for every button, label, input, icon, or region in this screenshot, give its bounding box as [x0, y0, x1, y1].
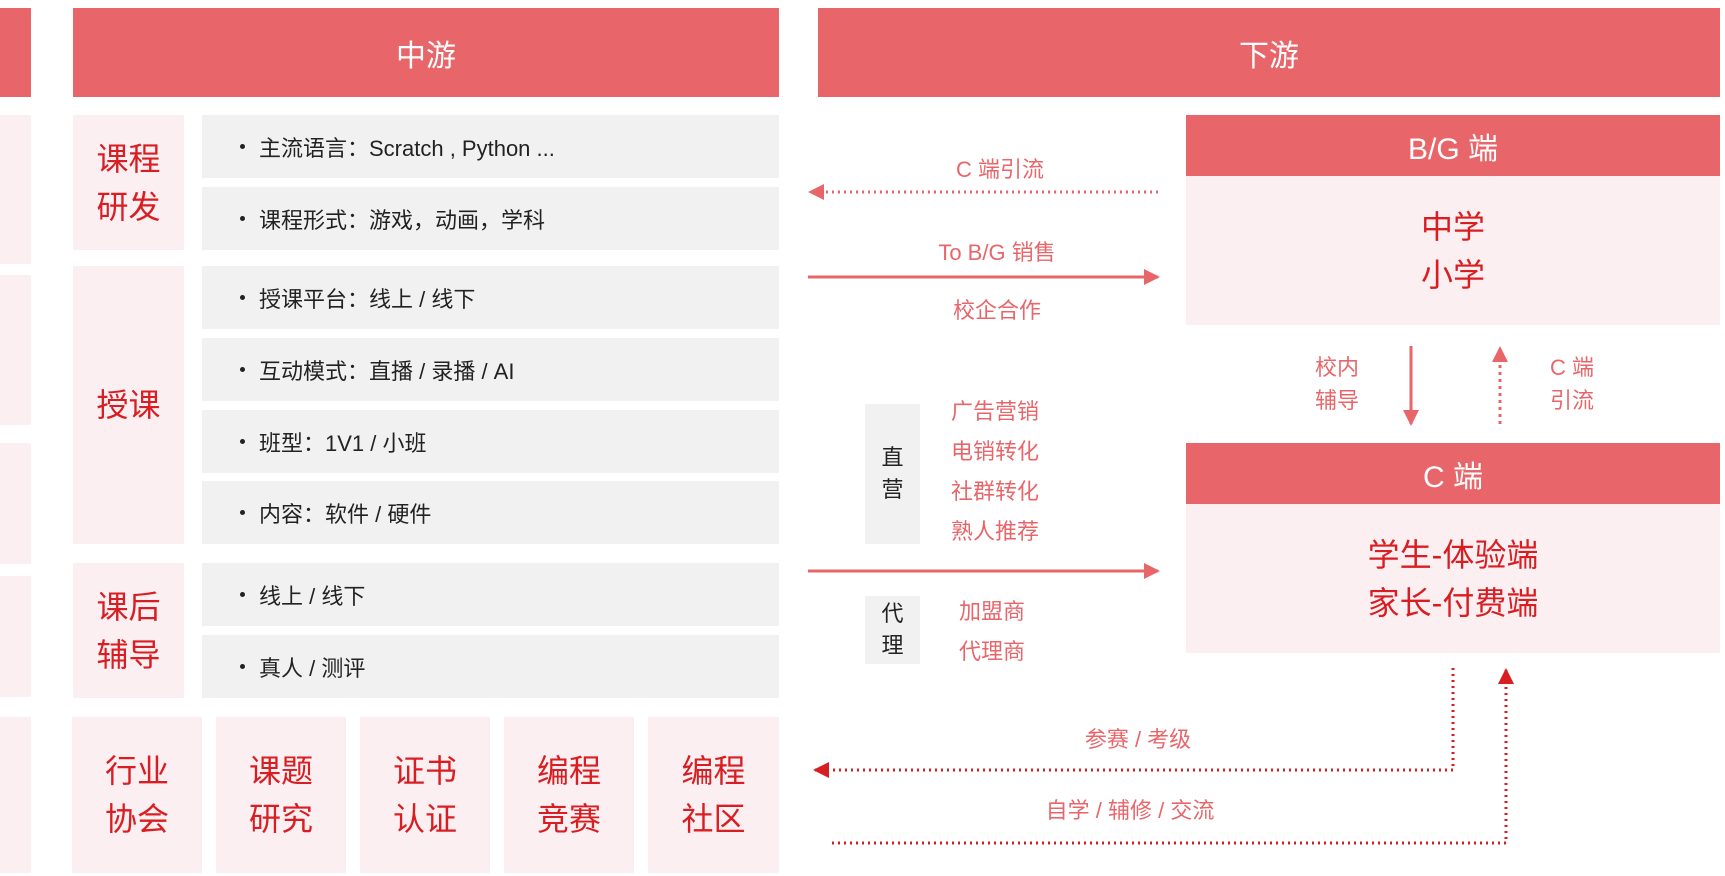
channel-direct-item: 熟人推荐	[951, 519, 1040, 544]
label-in-school-line1: 校内	[1314, 355, 1359, 380]
label-c-traffic-up-line2: 引流	[1549, 388, 1594, 413]
arrow-competition	[813, 668, 1455, 778]
channel-agent-item: 加盟商	[959, 599, 1026, 624]
channel-direct-tag: 直 营	[865, 404, 920, 544]
c-box-title: C 端	[1186, 443, 1720, 504]
channel-agent-item: 代理商	[959, 639, 1026, 664]
channel-agent-list: 加盟商 代理商	[959, 592, 1025, 672]
c-box-line2: 家长-付费端	[1367, 584, 1539, 621]
channel-direct-line2: 营	[881, 477, 904, 502]
bg-box-title: B/G 端	[1186, 115, 1720, 176]
label-self-study: 自学 / 辅修 / 交流	[1045, 798, 1215, 823]
label-in-school: 校内 辅导	[1312, 351, 1362, 417]
channel-agent-line1: 代	[881, 601, 904, 626]
bg-box-body: 中学 小学	[1186, 176, 1720, 325]
c-box-body: 学生-体验端 家长-付费端	[1186, 504, 1720, 653]
label-in-school-line2: 辅导	[1314, 388, 1359, 413]
label-c-traffic: C 端引流	[955, 157, 1044, 182]
bg-box-line2: 小学	[1420, 256, 1485, 293]
label-competition: 参赛 / 考级	[1084, 727, 1192, 752]
label-school-coop: 校企合作	[952, 298, 1041, 323]
label-c-traffic-up: C 端 引流	[1546, 351, 1598, 417]
label-to-bg-sales: To B/G 销售	[938, 240, 1056, 265]
channel-direct-item: 社群转化	[951, 479, 1040, 504]
c-box-line1: 学生-体验端	[1367, 536, 1539, 573]
channel-direct-line1: 直	[881, 445, 904, 470]
channel-direct-item: 广告营销	[951, 399, 1040, 424]
channel-agent-line2: 理	[881, 633, 904, 658]
channel-direct-list: 广告营销 电销转化 社群转化 熟人推荐	[951, 392, 1039, 552]
channel-agent-tag: 代 理	[865, 596, 920, 664]
channel-direct-item: 电销转化	[951, 439, 1040, 464]
label-c-traffic-up-line1: C 端	[1549, 355, 1594, 380]
bg-box-line1: 中学	[1420, 208, 1485, 245]
